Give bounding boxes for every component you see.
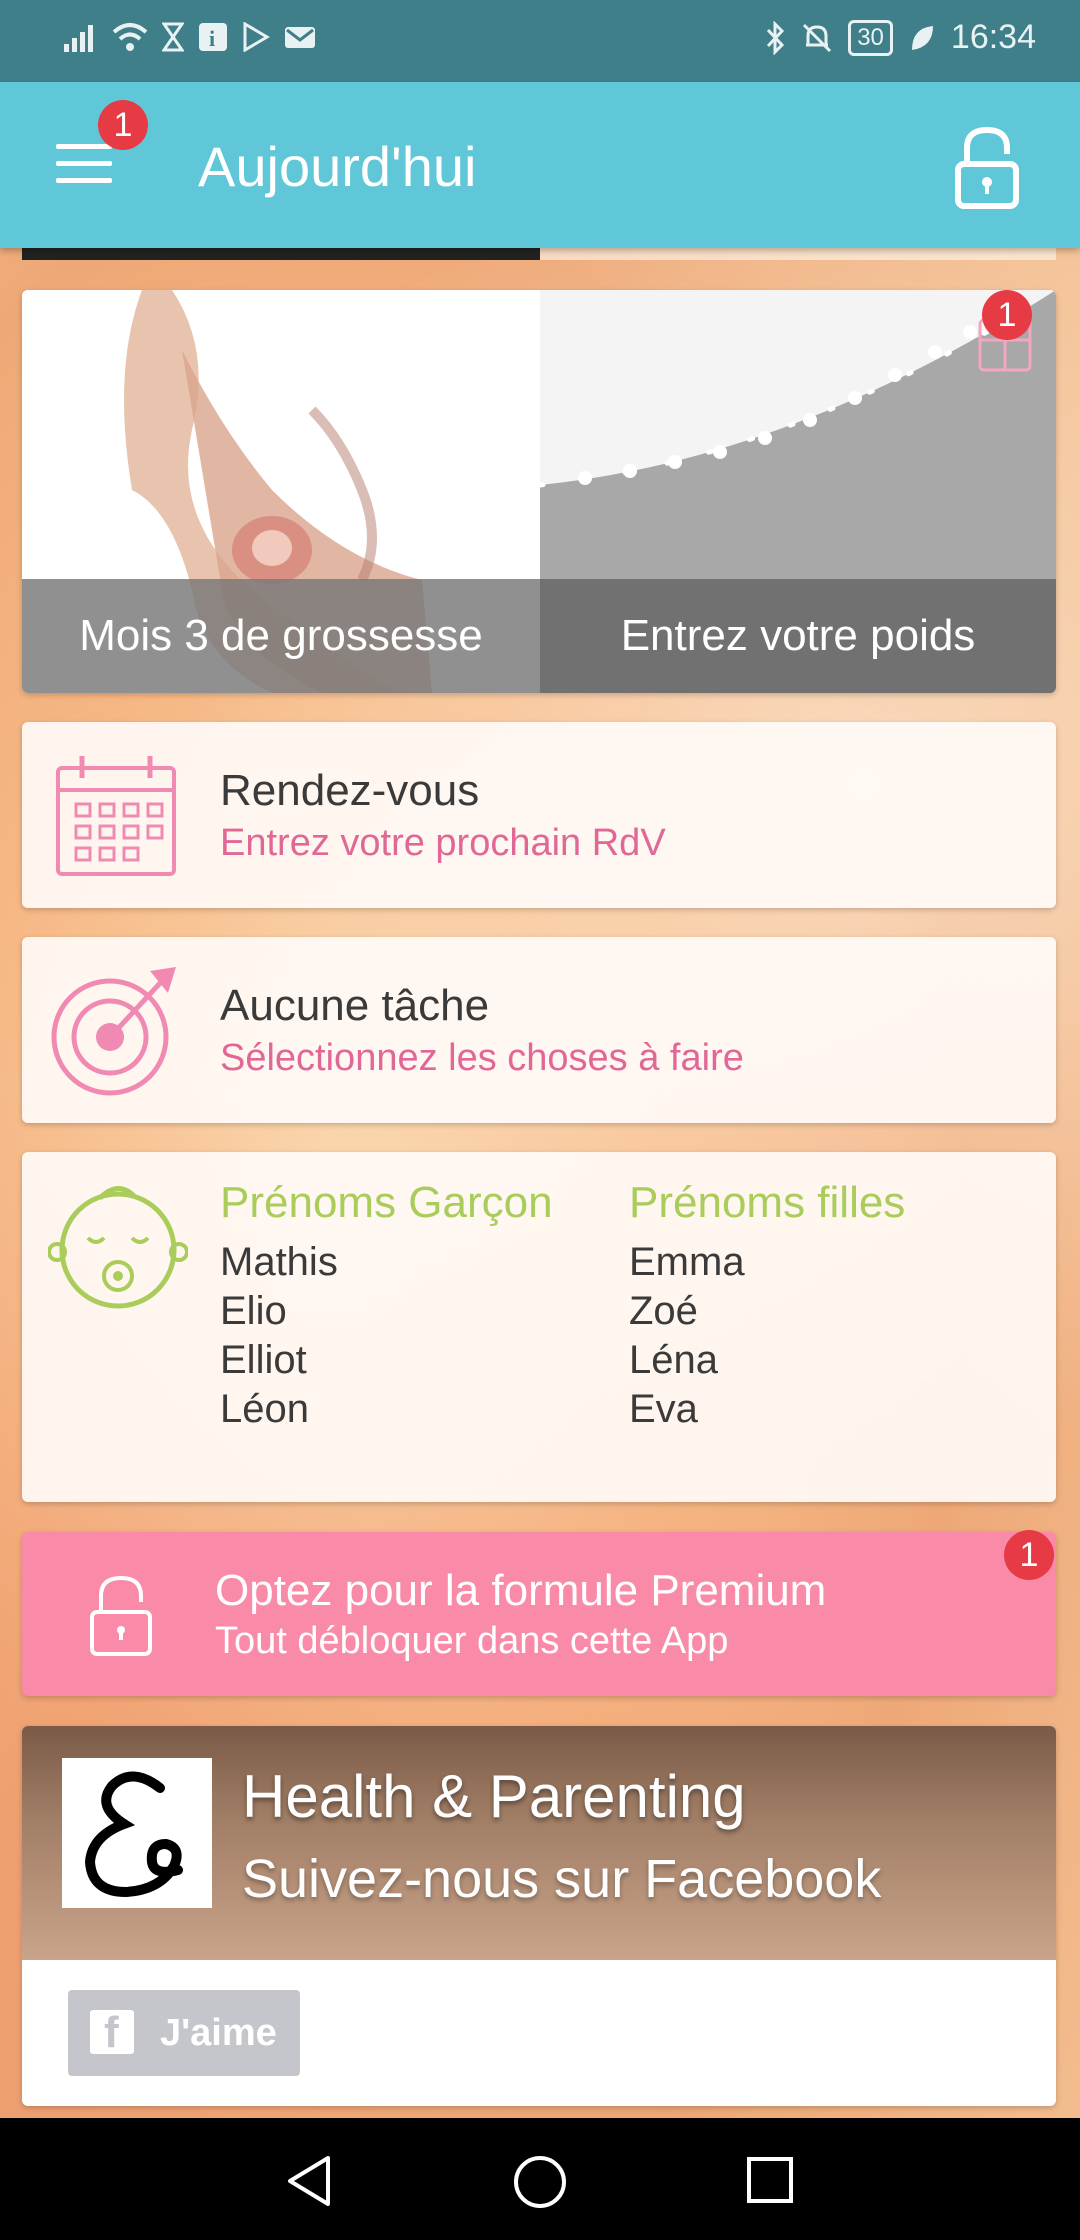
ampersand-logo-icon xyxy=(84,1771,183,1898)
girl-names-heading: Prénoms filles xyxy=(629,1178,906,1227)
tasks-title: Aucune tâche xyxy=(220,981,490,1030)
clock: 16:34 xyxy=(950,18,1036,56)
facebook-card: Health & Parenting Suivez-nous sur Faceb… xyxy=(22,1726,1056,2106)
facebook-icon: f xyxy=(90,2008,134,2057)
girl-name: Léna xyxy=(629,1338,718,1382)
appointments-title: Rendez-vous xyxy=(220,766,480,815)
menu-icon xyxy=(56,144,112,149)
lock-icon[interactable] xyxy=(954,124,1020,210)
premium-badge: 1 xyxy=(1004,1530,1054,1580)
play-store-icon xyxy=(243,22,270,52)
tasks-subtitle: Sélectionnez les choses à faire xyxy=(220,1037,744,1079)
tasks-card[interactable]: Aucune tâche Sélectionnez les choses à f… xyxy=(22,937,1056,1123)
facebook-subtitle: Suivez-nous sur Facebook xyxy=(242,1849,882,1909)
calendar-icon xyxy=(56,756,176,876)
baby-face-icon xyxy=(48,1186,188,1309)
weight-badge: 1 xyxy=(982,290,1032,340)
recents-icon[interactable] xyxy=(746,2156,794,2204)
svg-text:i: i xyxy=(209,26,215,51)
page-title: Aujourd'hui xyxy=(198,135,477,198)
pregnancy-month-label: Mois 3 de grossesse xyxy=(22,579,540,693)
bluetooth-icon xyxy=(767,20,785,55)
mail-icon xyxy=(285,27,315,48)
back-icon[interactable] xyxy=(284,2154,334,2208)
status-bar: i 30 16:34 xyxy=(0,0,1080,82)
facebook-banner[interactable]: Health & Parenting Suivez-nous sur Faceb… xyxy=(22,1726,1056,1960)
girl-name: Emma xyxy=(629,1240,745,1284)
boy-name: Elio xyxy=(220,1289,287,1333)
boy-name: Léon xyxy=(220,1387,309,1431)
facebook-title: Health & Parenting xyxy=(242,1763,746,1830)
girl-name: Eva xyxy=(629,1387,698,1431)
app-bar: Aujourd'hui xyxy=(0,82,1080,248)
hourglass-icon xyxy=(162,22,184,52)
health-parenting-logo xyxy=(62,1758,212,1908)
menu-icon-line xyxy=(56,178,112,183)
like-button[interactable]: f J'aime xyxy=(68,1990,300,2076)
appointments-subtitle: Entrez votre prochain RdV xyxy=(220,822,666,864)
navigation-bar xyxy=(0,2118,1080,2240)
menu-icon-line xyxy=(56,161,112,166)
boy-names-heading: Prénoms Garçon xyxy=(220,1178,553,1227)
menu-button[interactable] xyxy=(56,144,112,184)
boy-name: Mathis xyxy=(220,1240,338,1284)
weight-tile[interactable]: Entrez votre poids xyxy=(540,290,1056,693)
baby-names-card[interactable]: Prénoms Garçon Prénoms filles Mathis Eli… xyxy=(22,1152,1056,1502)
wifi-icon xyxy=(112,23,148,51)
target-icon xyxy=(51,967,176,1096)
home-icon[interactable] xyxy=(512,2154,568,2210)
battery-indicator: 30 xyxy=(848,19,893,56)
pregnancy-hero-card: Mois 3 de grossesse Entrez votre poids xyxy=(22,290,1056,693)
premium-lock-icon xyxy=(90,1575,152,1656)
premium-card[interactable]: Optez pour la formule Premium Tout déblo… xyxy=(22,1532,1056,1696)
signal-icon xyxy=(64,25,93,52)
pregnancy-month-tile[interactable]: Mois 3 de grossesse xyxy=(22,290,540,693)
leaf-icon xyxy=(911,25,933,50)
boy-name: Elliot xyxy=(220,1338,307,1382)
menu-badge: 1 xyxy=(98,100,148,150)
girl-name: Zoé xyxy=(629,1289,698,1333)
premium-title: Optez pour la formule Premium xyxy=(215,1566,827,1615)
status-icons-left: i xyxy=(64,22,316,52)
appointments-card[interactable]: Rendez-vous Entrez votre prochain RdV xyxy=(22,722,1056,908)
premium-subtitle: Tout débloquer dans cette App xyxy=(215,1620,729,1662)
status-icons-right: 30 16:34 xyxy=(764,18,1036,57)
previous-card-edge xyxy=(22,248,1056,260)
like-label: J'aime xyxy=(160,2012,277,2054)
bell-off-icon xyxy=(803,23,832,52)
weight-label: Entrez votre poids xyxy=(540,579,1056,693)
info-icon: i xyxy=(199,23,227,51)
